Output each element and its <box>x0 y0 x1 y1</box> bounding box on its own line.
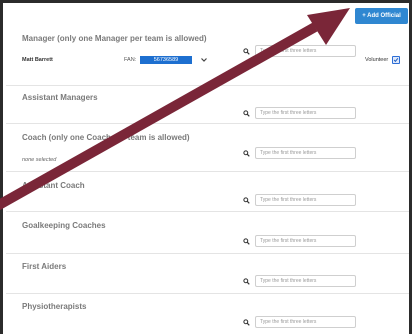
section-title-first-aiders: First Aiders <box>22 262 67 271</box>
search-icon <box>243 110 250 117</box>
manager-search <box>243 45 358 58</box>
goalkeeping-coaches-search <box>243 235 358 248</box>
section-title-goalkeeping-coaches: Goalkeeping Coaches <box>22 221 106 230</box>
search-icon <box>243 48 250 55</box>
volunteer-checkbox[interactable] <box>392 56 400 64</box>
assistant-coach-search-input[interactable] <box>255 194 356 206</box>
chevron-down-icon[interactable] <box>200 56 208 64</box>
search-icon <box>243 197 250 204</box>
fan-label: FAN: <box>124 57 137 63</box>
manager-search-input[interactable] <box>255 45 356 57</box>
goalkeeping-coaches-search-input[interactable] <box>255 235 356 247</box>
first-aiders-search <box>243 275 358 288</box>
volunteer-label: Volunteer <box>365 57 389 63</box>
assistant-managers-search-input[interactable] <box>255 107 356 119</box>
search-icon <box>243 238 250 245</box>
search-icon <box>243 150 250 157</box>
assistant-managers-search <box>243 107 358 120</box>
section-title-manager: Manager (only one Manager per team is al… <box>22 34 207 43</box>
add-official-button[interactable]: + Add Official <box>355 8 408 24</box>
check-icon <box>393 58 399 63</box>
fan-number-field[interactable]: 56736589 <box>140 56 192 64</box>
assistant-coach-search <box>243 194 358 207</box>
search-icon <box>243 278 250 285</box>
section-title-assistant-coach: Assistant Coach <box>22 181 85 190</box>
coach-status: none selected <box>22 157 57 163</box>
manager-name: Matt Barrett <box>22 57 53 63</box>
section-title-assistant-managers: Assistant Managers <box>22 93 98 102</box>
section-title-coach: Coach (only one Coach per team is allowe… <box>22 133 190 142</box>
section-title-physiotherapists: Physiotherapists <box>22 302 87 311</box>
physiotherapists-search-input[interactable] <box>255 316 356 328</box>
coach-search <box>243 147 358 160</box>
officials-panel: + Add Official Manager (only one Manager… <box>0 0 412 334</box>
first-aiders-search-input[interactable] <box>255 275 356 287</box>
coach-search-input[interactable] <box>255 147 356 159</box>
search-icon <box>243 319 250 326</box>
physiotherapists-search <box>243 316 358 329</box>
